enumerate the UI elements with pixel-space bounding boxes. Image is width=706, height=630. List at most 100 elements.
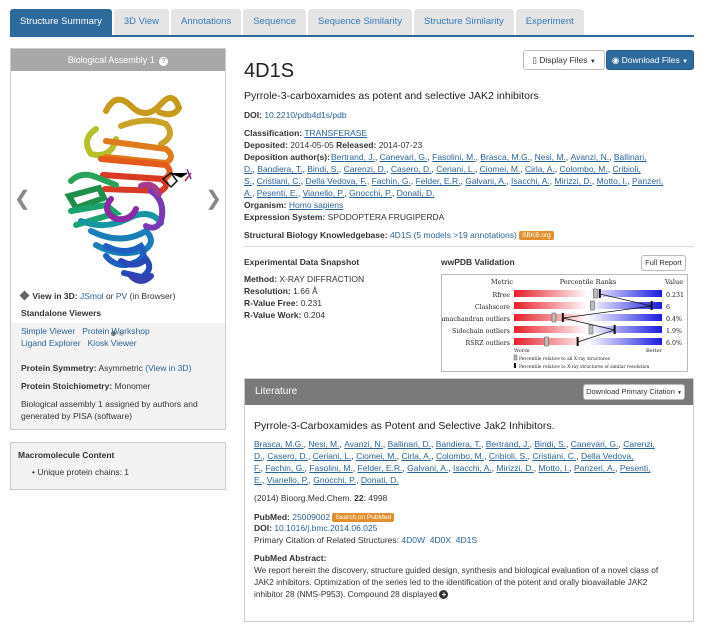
author-link[interactable]: Panzeri, A. [574,463,615,473]
author-link[interactable]: Motto, I. [597,176,628,186]
related-link-4d1s[interactable]: 4D1S [456,535,477,545]
citation-doi-link[interactable]: 10.1016/j.bmc.2014.06.025 [274,523,377,533]
ligand-explorer-link[interactable]: Ligand Explorer [21,338,81,348]
kiosk-viewer-link[interactable]: Kiosk Viewer [88,338,137,348]
author-link[interactable]: Gnocchi, P. [313,475,356,485]
author-link[interactable]: Mirizzi, D. [496,463,533,473]
author-link[interactable]: Ceriani, L. [313,451,352,461]
author-link[interactable]: Carenzi, D. [344,164,387,174]
author-link[interactable]: Canevari, G. [380,152,428,162]
author-link[interactable]: Cirla, A. [401,451,431,461]
author-link[interactable]: Fachin, G. [265,463,304,473]
author-link[interactable]: Brasca, M.G. [254,439,304,449]
author-link[interactable]: Nesi, M. [308,439,339,449]
author-link[interactable]: F. [254,463,261,473]
author-link[interactable]: Casero, D. [267,451,308,461]
author-link[interactable]: Bertrand, J. [486,439,530,449]
author-link[interactable]: Cribioli, S. [489,451,528,461]
doi-link[interactable]: 10.2210/pdb4d1s/pdb [264,110,346,120]
prev-image-chevron[interactable]: ❮ [14,186,31,211]
related-link-4d0w[interactable]: 4D0W [401,535,425,545]
author-link[interactable]: Donati, D. [397,188,435,198]
author-link[interactable]: Vianello, P. [303,188,345,198]
author-link[interactable]: Casero, D. [391,164,432,174]
download-files-button[interactable]: ◉ Download Files ▼ [606,50,694,70]
author-link[interactable]: Cribioli, [612,164,640,174]
author-link[interactable]: Isacchi, A. [453,463,492,473]
author-link[interactable]: S. [244,176,252,186]
author-link[interactable]: Felder, E.R. [358,463,403,473]
author-link[interactable]: Galvani, A. [465,176,506,186]
author-link[interactable]: Della Vedova, F. [305,176,366,186]
author-link[interactable]: D. [244,164,253,174]
display-files-button[interactable]: ▯ Display Files ▼ [523,50,605,70]
author-link[interactable]: Fasolini, M. [432,152,475,162]
author-link[interactable]: Carenzi, [623,439,655,449]
author-link[interactable]: Bandiera, T. [257,164,302,174]
author-link[interactable]: Felder, E.R. [416,176,461,186]
view-in-3d-link[interactable]: (View in 3D) [145,363,191,373]
author-link[interactable]: E. [254,475,262,485]
author-link[interactable]: Ballinari, [614,152,647,162]
tab-experiment[interactable]: Experiment [515,9,584,35]
simple-viewer-link[interactable]: Simple Viewer [21,326,75,336]
author-link[interactable]: Pesenti, E. [257,188,298,198]
tab-annotations[interactable]: Annotations [171,9,242,35]
sbkb-annotations-link[interactable]: (5 models >19 annotations) [414,230,517,240]
validation-slider-graphic[interactable]: Metric Percentile Ranks Value Rfree 0.231 Cla… [435,274,688,372]
tab-sequence[interactable]: Sequence [243,9,307,35]
author-link[interactable]: Avanzi, N. [571,152,610,162]
author-link[interactable]: Gnocchi, P. [349,188,392,198]
author-link[interactable]: Avanzi, N. [344,439,383,449]
classification-link[interactable]: TRANSFERASE [304,128,367,138]
tab-structure-similarity[interactable]: Structure Similarity [413,9,514,35]
author-link[interactable]: Brasca, M.G. [480,152,530,162]
author-link[interactable]: Cristiani, C. [532,451,576,461]
author-link[interactable]: Donati, D. [361,475,399,485]
protein-workshop-link[interactable]: Protein Workshop [82,326,149,336]
author-link[interactable]: Colombo, M. [436,451,484,461]
author-link[interactable]: Motto, I. [539,463,570,473]
author-link[interactable]: Vianello, P. [267,475,309,485]
sbkb-badge[interactable]: SBKB.org [519,231,554,241]
author-link[interactable]: Ceriani, L. [436,164,475,174]
author-link[interactable]: Canevari, G. [571,439,619,449]
search-pubmed-button[interactable]: Search on PubMed [332,513,395,523]
author-link[interactable]: Bandiera, T. [436,439,481,449]
help-icon[interactable]: ? [159,57,169,66]
related-link-4d0x[interactable]: 4D0X [430,535,451,545]
author-link[interactable]: Bertrand, J. [331,152,375,162]
full-report-button[interactable]: Full Report [641,255,686,271]
structure-image[interactable]: ❮ ❯ [11,71,225,336]
sbkb-id-link[interactable]: 4D1S [390,230,411,240]
author-link[interactable]: Cristiani, C. [257,176,301,186]
author-link[interactable]: Della Vedova, [581,451,633,461]
next-image-chevron[interactable]: ❯ [205,186,222,211]
author-link[interactable]: Ciomei, M. [356,451,397,461]
tab-structure-summary[interactable]: Structure Summary [10,9,112,35]
author-link[interactable]: Isacchi, A. [511,176,550,186]
author-link[interactable]: Bindi, S. [534,439,566,449]
author-link[interactable]: Panzeri, [632,176,663,186]
expand-plus-icon[interactable]: + [439,590,449,599]
tab-3d-view[interactable]: 3D View [113,9,170,35]
author-link[interactable]: Galvani, A. [407,463,448,473]
organism-link[interactable]: Homo sapiens [289,200,343,210]
author-link[interactable]: Fachin, G. [372,176,411,186]
author-link[interactable]: D. [254,451,263,461]
author-link[interactable]: Mirizzi, D. [555,176,592,186]
tab-sequence-similarity[interactable]: Sequence Similarity [308,9,412,35]
jsmol-link[interactable]: JSmol [80,291,104,301]
author-link[interactable]: Pesenti, [620,463,651,473]
pubmed-id-link[interactable]: 25009002 [292,512,330,522]
author-link[interactable]: A. [244,188,252,198]
author-link[interactable]: Nesi, M. [535,152,566,162]
author-link[interactable]: Ciomei, M. [480,164,521,174]
author-link[interactable]: Colombo, M. [560,164,608,174]
pv-link[interactable]: PV [116,291,127,301]
download-citation-button[interactable]: Download Primary Citation ▼ [583,384,685,400]
author-link[interactable]: Bindi, S. [307,164,339,174]
author-link[interactable]: Cirla, A. [525,164,555,174]
author-link[interactable]: Ballinari, D. [388,439,431,449]
author-link[interactable]: Fasolini, M. [309,463,352,473]
